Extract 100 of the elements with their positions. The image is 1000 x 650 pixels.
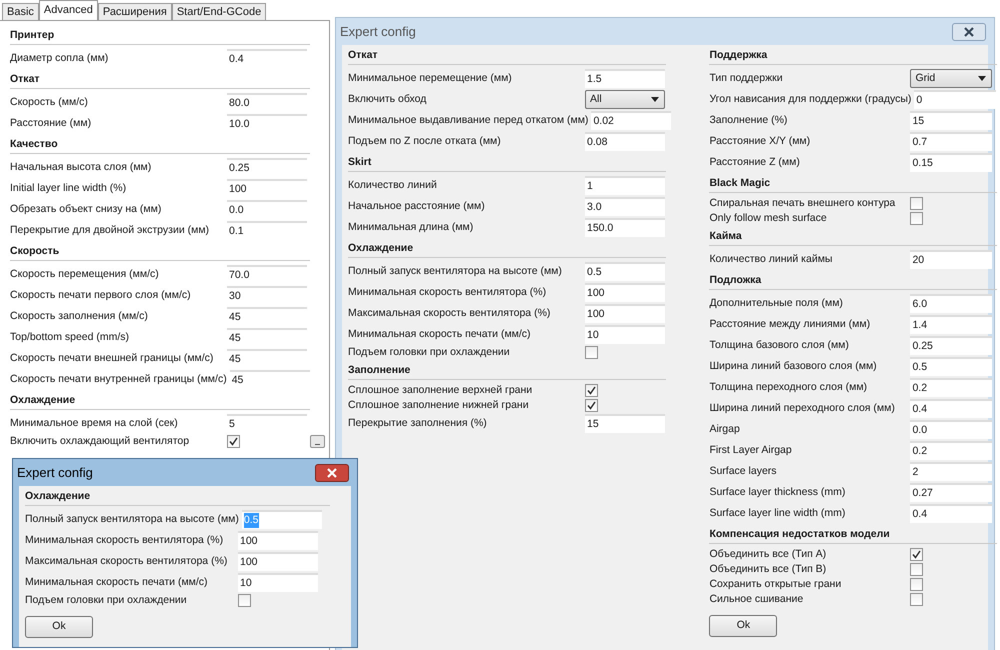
field-label: Заполнение (%) bbox=[709, 112, 788, 128]
section-title: Компенсация недостатков модели bbox=[709, 527, 890, 542]
input-field[interactable]: 0.15 bbox=[910, 153, 992, 172]
input-field[interactable]: 0.5 bbox=[910, 357, 992, 376]
field-label: Surface layer line width (mm) bbox=[709, 506, 846, 521]
input-field[interactable]: 0.25 bbox=[910, 336, 992, 355]
field-label: Расстояние Z (мм) bbox=[709, 154, 801, 170]
ok-button[interactable]: Ok bbox=[25, 616, 93, 638]
checkbox[interactable] bbox=[910, 563, 924, 576]
input-field[interactable]: 0 bbox=[914, 90, 996, 109]
input-field[interactable]: 10 bbox=[585, 325, 665, 344]
input-field[interactable]: 0.7 bbox=[910, 132, 992, 151]
field-label: Подъем головки при охлаждении bbox=[348, 344, 511, 360]
section-title: Принтер bbox=[10, 28, 54, 44]
field-label: Скорость печати первого слоя (мм/с) bbox=[10, 288, 192, 303]
caret-icon bbox=[651, 97, 659, 102]
dash-icon bbox=[315, 444, 320, 445]
input-field[interactable]: 0.2 bbox=[910, 441, 992, 460]
check-icon bbox=[912, 550, 922, 559]
input-field[interactable]: 1 bbox=[585, 176, 665, 195]
section-title: Охлаждение bbox=[10, 393, 76, 408]
input-field[interactable]: 150.0 bbox=[585, 218, 665, 237]
input-field[interactable]: 0.2 bbox=[910, 378, 992, 397]
dropdown[interactable]: Grid bbox=[910, 69, 992, 88]
field-label: Surface layers bbox=[709, 464, 778, 479]
field-label: Airgap bbox=[709, 422, 741, 437]
input-field[interactable]: 0.4 bbox=[910, 399, 992, 418]
field-label: Толщина базового слоя (мм) bbox=[709, 338, 850, 353]
checkbox[interactable] bbox=[910, 593, 924, 606]
caret-icon bbox=[978, 76, 986, 81]
close-button[interactable] bbox=[315, 464, 349, 482]
window-title: Expert config bbox=[340, 22, 416, 41]
input-field[interactable]: 0.02 bbox=[591, 111, 672, 130]
field-label: Перекрытие заполнения (%) bbox=[348, 416, 488, 431]
input-field[interactable]: 20 bbox=[910, 250, 992, 269]
field-label: Сохранить открытые грани bbox=[709, 576, 842, 592]
section-title: Skirt bbox=[348, 155, 372, 170]
section-title: Подложка bbox=[709, 273, 762, 288]
input-field[interactable]: 15 bbox=[585, 414, 665, 433]
input-field[interactable]: 0.0 bbox=[910, 420, 992, 439]
field-label: Top/bottom speed (mm/s) bbox=[10, 330, 130, 345]
checkbox[interactable] bbox=[585, 384, 598, 397]
input-field[interactable]: 1.5 bbox=[585, 69, 665, 88]
field-label: Включить обход bbox=[348, 92, 428, 107]
input-field[interactable]: 2 bbox=[910, 462, 992, 481]
input-field[interactable]: 0.5 bbox=[585, 262, 665, 281]
field-label: Начальное расстояние (мм) bbox=[348, 198, 486, 214]
section-title: Кайма bbox=[709, 229, 742, 244]
input-field[interactable]: 100 bbox=[585, 304, 665, 323]
field-label: Полный запуск вентилятора на высоте (мм) bbox=[25, 512, 240, 527]
field-label: Минимальная скорость печати (мм/с) bbox=[25, 574, 209, 590]
checkbox[interactable] bbox=[585, 399, 598, 412]
field-label: Скорость (мм/с) bbox=[10, 94, 89, 110]
field-label: Толщина переходного слоя (мм) bbox=[709, 380, 868, 395]
field-label: Сплошное заполнение верхней грани bbox=[348, 382, 534, 398]
input-field[interactable]: 0.27 bbox=[910, 483, 992, 502]
field-label: Минимальное выдавливание перед откатом (мм) bbox=[348, 112, 590, 128]
input-field[interactable]: 0.08 bbox=[585, 132, 665, 151]
input-field[interactable]: 100 bbox=[585, 283, 665, 302]
input-field[interactable]: 100 bbox=[238, 552, 318, 571]
checkbox[interactable] bbox=[238, 594, 251, 607]
input-field[interactable]: 6.0 bbox=[910, 294, 992, 313]
field-label: Дополнительные поля (мм) bbox=[709, 296, 844, 311]
field-label: Перекрытие для двойной экструзии (мм) bbox=[10, 222, 210, 238]
section-title: Black Magic bbox=[709, 176, 770, 192]
input-field[interactable]: 100 bbox=[238, 531, 318, 550]
field-label: Начальная высота слоя (мм) bbox=[10, 160, 152, 175]
checkbox[interactable] bbox=[227, 435, 240, 448]
tab[interactable]: Advanced bbox=[38, 0, 98, 20]
field-label: Минимальное время на слой (сек) bbox=[10, 416, 179, 431]
section-title: Откат bbox=[348, 48, 378, 64]
checkbox[interactable] bbox=[910, 197, 924, 210]
more-button[interactable] bbox=[310, 435, 325, 448]
close-icon bbox=[327, 468, 337, 478]
input-field[interactable]: 1.4 bbox=[910, 315, 992, 334]
window-title: Expert config bbox=[17, 464, 93, 482]
input-field[interactable]: 10 bbox=[238, 573, 318, 592]
checkbox[interactable] bbox=[910, 548, 924, 561]
section-title: Поддержка bbox=[709, 48, 768, 64]
check-icon bbox=[229, 437, 238, 446]
field-label: Скорость заполнения (мм/с) bbox=[10, 308, 149, 324]
input-field[interactable]: 0.4 bbox=[910, 504, 992, 523]
dropdown[interactable]: All bbox=[585, 90, 665, 109]
field-label: Тип поддержки bbox=[709, 70, 784, 86]
field-label: Surface layer thickness (mm) bbox=[709, 484, 846, 500]
field-label: Количество линий bbox=[348, 178, 438, 193]
section-title: Охлаждение bbox=[348, 241, 414, 256]
field-label: Минимальная скорость вентилятора (%) bbox=[25, 532, 224, 548]
checkbox[interactable] bbox=[585, 346, 598, 359]
tab[interactable]: Расширения bbox=[98, 3, 172, 20]
tab[interactable]: Basic bbox=[2, 3, 39, 20]
checkbox[interactable] bbox=[910, 578, 924, 591]
field-label: Сплошное заполнение нижней грани bbox=[348, 398, 530, 413]
ok-button[interactable]: Ok bbox=[709, 615, 778, 637]
field-label: Скорость печати внешней границы (мм/с) bbox=[10, 350, 214, 366]
checkbox[interactable] bbox=[910, 212, 924, 225]
close-button[interactable] bbox=[952, 22, 986, 40]
input-field[interactable]: 15 bbox=[910, 111, 992, 130]
input-field[interactable]: 3.0 bbox=[585, 197, 665, 216]
tab[interactable]: Start/End-GCode bbox=[172, 3, 266, 20]
